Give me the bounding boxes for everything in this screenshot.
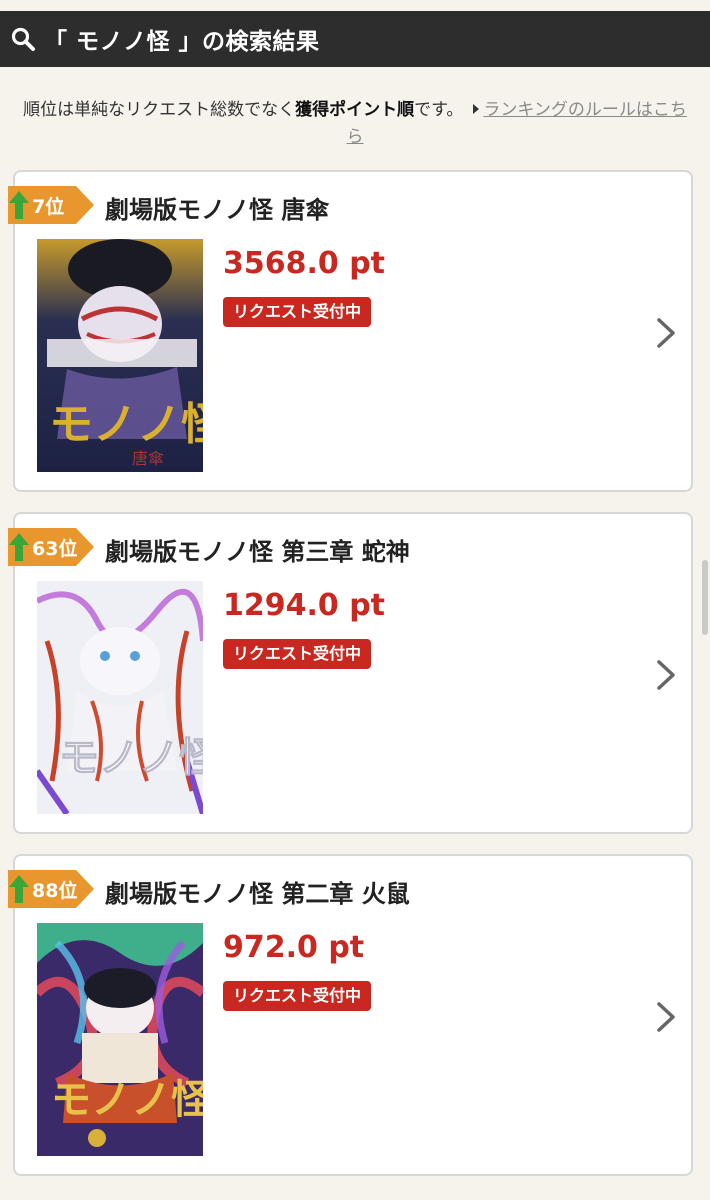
request-status-badge: リクエスト受付中	[223, 639, 372, 669]
chevron-right-icon[interactable]	[655, 659, 677, 691]
rank-up-arrow-icon	[9, 875, 29, 903]
request-status-badge: リクエスト受付中	[223, 981, 372, 1011]
svg-text:モノノ怪: モノノ怪	[59, 735, 203, 780]
request-status-badge: リクエスト受付中	[223, 297, 372, 327]
notice-bold-text: 獲得ポイント順	[295, 100, 415, 120]
result-card[interactable]: 7位 劇場版モノノ怪 唐傘 モノノ怪 唐傘 3568.0 pt リクエスト受付中	[8, 170, 693, 492]
movie-title[interactable]: 劇場版モノノ怪 唐傘	[105, 190, 329, 225]
rank-badge: 88位	[8, 870, 94, 908]
rank-up-arrow-icon	[9, 191, 29, 219]
rank-label: 63位	[32, 537, 78, 560]
points-value: 3568.0 pt	[223, 246, 386, 281]
movie-poster-image[interactable]: モノノ怪	[37, 581, 203, 814]
rank-label: 88位	[32, 879, 78, 902]
points-value: 1294.0 pt	[223, 588, 386, 623]
points-value: 972.0 pt	[223, 930, 365, 965]
search-icon[interactable]	[10, 26, 36, 52]
notice-text: 順位は単純なリクエスト総数でなく	[23, 100, 296, 120]
link-arrow-icon	[473, 104, 480, 114]
chevron-right-icon[interactable]	[655, 317, 677, 349]
rank-up-arrow-icon	[9, 533, 29, 561]
ranking-notice: 順位は単純なリクエスト総数でなく獲得ポイント順です。 ランキングのルールはこちら	[0, 97, 710, 151]
top-strip	[0, 0, 710, 11]
result-card[interactable]: 88位 劇場版モノノ怪 第二章 火鼠 モノノ怪 972.0 pt リクエスト受付…	[8, 854, 693, 1176]
movie-poster-image[interactable]: モノノ怪	[37, 923, 203, 1156]
movie-poster-image[interactable]: モノノ怪 唐傘	[37, 239, 203, 472]
svg-text:モノノ怪: モノノ怪	[49, 400, 203, 449]
notice-text-end: です。	[414, 100, 464, 120]
rank-label: 7位	[32, 195, 65, 218]
page-title: 「 モノノ怪 」の検索結果	[44, 29, 320, 55]
search-results-header: 「 モノノ怪 」の検索結果	[0, 11, 710, 67]
svg-text:唐傘: 唐傘	[132, 450, 164, 468]
rank-badge: 63位	[8, 528, 94, 566]
result-card[interactable]: 63位 劇場版モノノ怪 第三章 蛇神 モノノ怪 1294.0 pt リクエスト受…	[8, 512, 693, 834]
movie-title[interactable]: 劇場版モノノ怪 第二章 火鼠	[105, 874, 410, 909]
chevron-right-icon[interactable]	[655, 1001, 677, 1033]
rank-badge: 7位	[8, 186, 94, 224]
svg-text:モノノ怪: モノノ怪	[51, 1077, 203, 1122]
movie-title[interactable]: 劇場版モノノ怪 第三章 蛇神	[105, 532, 410, 567]
scrollbar[interactable]	[702, 560, 708, 635]
